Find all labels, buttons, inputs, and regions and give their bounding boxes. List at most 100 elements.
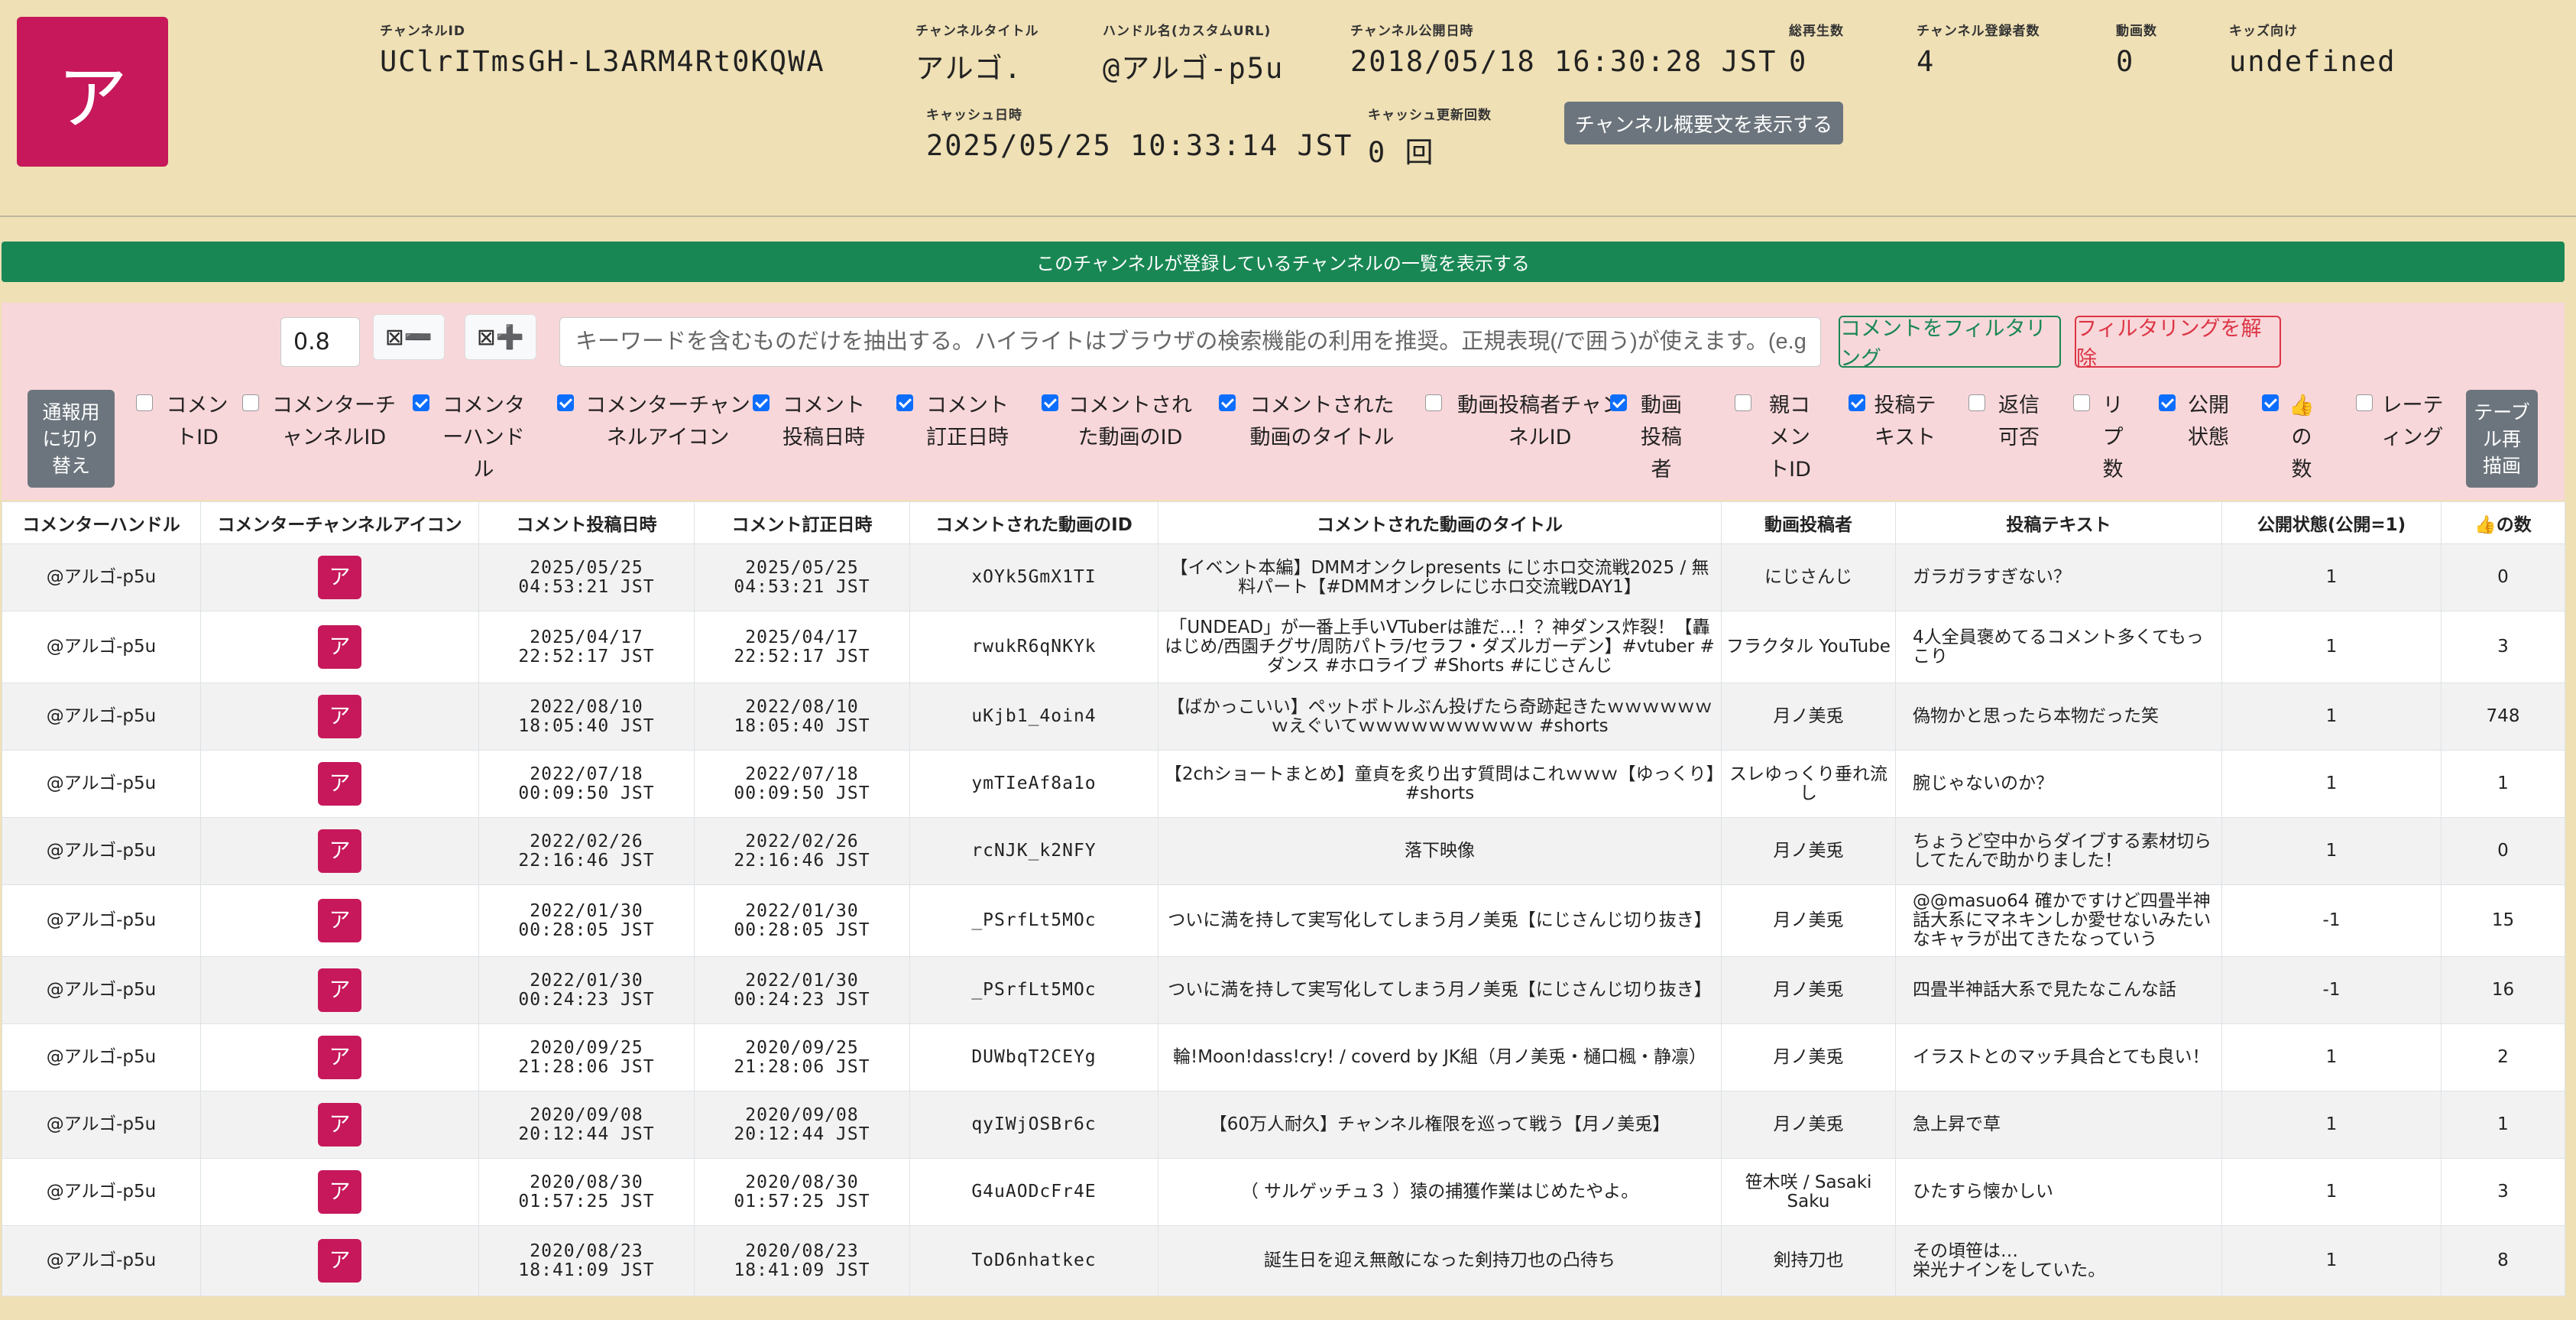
commenter-avatar[interactable]: ア [318,829,361,873]
commenter-avatar[interactable]: ア [318,1170,361,1214]
checkbox-icon[interactable] [1219,394,1236,411]
toggle-can-reply[interactable]: 返信可否 [1968,390,2045,454]
commenter-avatar[interactable]: ア [318,899,361,942]
toggle-video-id[interactable]: コメントされた動画のID [1042,390,1194,454]
edited-at-cell: 2022/08/10 18:05:40 JST [694,683,910,751]
column-header[interactable]: 動画投稿者 [1721,501,1896,544]
column-header[interactable]: コメントされた動画のID [909,501,1158,544]
video-id-cell[interactable]: G4uAODcFr4E [909,1158,1158,1226]
uploader-cell[interactable]: 月ノ美兎 [1721,1091,1896,1159]
video-title-cell[interactable]: （ サルゲッチュ３ ）猿の捕獲作業はじめたやよ。 [1158,1158,1722,1226]
checkbox-icon[interactable] [1968,394,1985,411]
toggle-commenter-icon[interactable]: コメンターチャンネルアイコン [557,390,754,454]
toggle-rating[interactable]: レーティング [2356,390,2445,454]
commenter-avatar[interactable]: ア [318,1239,361,1283]
scale-input[interactable]: 0.8 [280,317,360,367]
redraw-table-button[interactable]: テーブル再描画 [2466,390,2538,488]
video-id-cell[interactable]: rwukR6qNKYk [909,611,1158,683]
column-header[interactable]: コメンターチャンネルアイコン [200,501,479,544]
toggle-like-count[interactable]: 👍の数 [2262,390,2317,486]
video-title-cell[interactable]: ついに満を持して実写化してしまう月ノ美兎【にじさんじ切り抜き】 [1158,956,1722,1024]
toggle-video-title[interactable]: コメントされた動画のタイトル [1219,390,1401,454]
commenter-avatar[interactable]: ア [318,1036,361,1079]
toggle-text[interactable]: 投稿テキスト [1849,390,1937,454]
column-header[interactable]: 公開状態(公開=1) [2221,501,2442,544]
keyword-search-input[interactable] [559,317,1821,367]
video-title-cell[interactable]: 誕生日を迎え無敵になった剣持刀也の凸待ち [1158,1225,1722,1296]
toggle-edited-at[interactable]: コメント訂正日時 [896,390,1014,454]
uploader-cell[interactable]: スレゆっくり垂れ流し [1721,750,1896,818]
commenter-avatar[interactable]: ア [318,556,361,599]
toggle-posted-at[interactable]: コメント投稿日時 [753,390,870,454]
commenter-avatar[interactable]: ア [318,625,361,669]
column-header[interactable]: コメント訂正日時 [694,501,910,544]
toggle-reply-count[interactable]: リプ数 [2073,390,2128,486]
video-id-cell[interactable]: xOYk5GmX1TI [909,543,1158,611]
video-title-cell[interactable]: 落下映像 [1158,817,1722,885]
checkbox-icon[interactable] [2356,394,2373,411]
uploader-cell[interactable]: 月ノ美兎 [1721,683,1896,751]
checkbox-icon[interactable] [242,394,259,411]
column-header[interactable]: コメントされた動画のタイトル [1158,501,1722,544]
uploader-cell[interactable]: 月ノ美兎 [1721,884,1896,957]
video-title-cell[interactable]: ついに満を持して実写化してしまう月ノ美兎【にじさんじ切り抜き】 [1158,884,1722,957]
video-id-cell[interactable]: rcNJK_k2NFY [909,817,1158,885]
checkbox-icon[interactable] [1735,394,1751,411]
video-id-cell[interactable]: _PSrfLt5MOc [909,884,1158,957]
clear-filter-button[interactable]: フィルタリングを解除 [2075,316,2281,371]
toggle-uploader[interactable]: 動画投稿者 [1610,390,1688,486]
checkbox-icon[interactable] [557,394,574,411]
toggle-commenter-handle[interactable]: コメンターハンドル [413,390,530,486]
checkbox-icon[interactable] [136,394,153,411]
checkbox-icon[interactable] [896,394,913,411]
commenter-avatar[interactable]: ア [318,1103,361,1146]
commenter-avatar[interactable]: ア [318,762,361,806]
video-id-cell[interactable]: qyIWjOSBr6c [909,1091,1158,1159]
report-mode-button[interactable]: 通報用に切り替え [28,390,115,488]
checkbox-icon[interactable] [2262,394,2279,411]
commenter-avatar[interactable]: ア [318,968,361,1012]
uploader-cell[interactable]: にじさんじ [1721,543,1896,611]
toggle-uploader-channel-id[interactable]: 動画投稿者チャンネルID [1425,390,1630,454]
video-title-cell[interactable]: 【2chショートまとめ】童貞を炙り出す質問はこれｗｗｗ【ゆっくり】#shorts [1158,750,1722,818]
filter-comments-button[interactable]: コメントをフィルタリング [1839,316,2061,371]
toggle-comment-id[interactable]: コメントID [136,390,234,454]
toggle-public-status[interactable]: 公開状態 [2159,390,2234,454]
checkbox-icon[interactable] [1042,394,1058,411]
show-subscriptions-button[interactable]: このチャンネルが登録しているチャンネルの一覧を表示する [2,242,2565,282]
zoom-in-button[interactable]: ⊠➕ [465,314,536,360]
uploader-cell[interactable]: フラクタル YouTube [1721,611,1896,683]
checkbox-icon[interactable] [1849,394,1865,411]
video-title-cell[interactable]: 輪!Moon!dass!cry! / coverd by JK組（月ノ美兎・樋口… [1158,1023,1722,1091]
public-status-cell: 1 [2221,1158,2442,1226]
column-header[interactable]: 投稿テキスト [1895,501,2222,544]
commenter-avatar[interactable]: ア [318,695,361,738]
video-title-cell[interactable]: 【ばかっこいい】ペットボトルぶん投げたら奇跡起きたｗｗｗｗｗｗｗえぐいてｗｗｗｗ… [1158,683,1722,751]
uploader-cell[interactable]: 月ノ美兎 [1721,1023,1896,1091]
zoom-out-button[interactable]: ⊠➖ [373,314,445,360]
uploader-cell[interactable]: 剣持刀也 [1721,1225,1896,1296]
video-id-cell[interactable]: ToD6nhatkec [909,1225,1158,1296]
video-title-cell[interactable]: 【イベント本編】DMMオンクレpresents にじホロ交流戦2025 / 無料… [1158,543,1722,611]
uploader-cell[interactable]: 月ノ美兎 [1721,956,1896,1024]
checkbox-icon[interactable] [753,394,770,411]
checkbox-icon[interactable] [1425,394,1442,411]
checkbox-icon[interactable] [2159,394,2176,411]
toggle-commenter-channel-id[interactable]: コメンターチャンネルID [242,390,401,454]
video-id-cell[interactable]: ymTIeAf8a1o [909,750,1158,818]
show-description-button[interactable]: チャンネル概要文を表示する [1564,102,1843,144]
uploader-cell[interactable]: 月ノ美兎 [1721,817,1896,885]
video-title-cell[interactable]: 「UNDEAD」が一番上手いVTuberは誰だ…！？神ダンス炸裂！【轟はじめ/西… [1158,611,1722,683]
toggle-parent-comment-id[interactable]: 親コメントID [1735,390,1820,486]
column-header[interactable]: 👍の数 [2441,501,2565,544]
video-id-cell[interactable]: _PSrfLt5MOc [909,956,1158,1024]
column-header[interactable]: コメンターハンドル [2,501,201,544]
video-id-cell[interactable]: uKjb1_4oin4 [909,683,1158,751]
uploader-cell[interactable]: 笹木咲 / Sasaki Saku [1721,1158,1896,1226]
checkbox-icon[interactable] [413,394,429,411]
checkbox-icon[interactable] [2073,394,2090,411]
checkbox-icon[interactable] [1610,394,1627,411]
video-id-cell[interactable]: DUWbqT2CEYg [909,1023,1158,1091]
column-header[interactable]: コメント投稿日時 [478,501,695,544]
video-title-cell[interactable]: 【60万人耐久】チャンネル権限を巡って戦う【月ノ美兎】 [1158,1091,1722,1159]
